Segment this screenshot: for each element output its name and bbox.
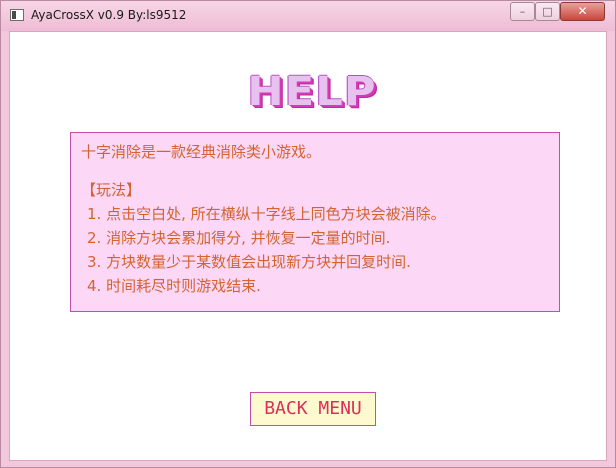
help-rule-4: 4. 时间耗尽时则游戏结束. [87,277,261,295]
game-screen: HELP 十字消除是一款经典消除类小游戏。 【玩法】 1. 点击空白处, 所在横… [9,31,607,461]
window-title: AyaCrossX v0.9 By:ls9512 [31,8,187,22]
help-rule-3: 3. 方块数量少于某数值会出现新方块并回复时间. [87,253,411,271]
maximize-icon: □ [542,5,553,18]
maximize-button[interactable]: □ [535,2,560,21]
close-icon: ✕ [577,4,588,18]
back-menu-button[interactable]: BACK MENU [250,392,376,426]
close-button[interactable]: ✕ [560,2,605,21]
minimize-icon: – [519,5,526,18]
help-heading: HELP [247,69,377,115]
app-icon [10,9,24,21]
help-section-label: 【玩法】 [81,181,142,199]
title-bar[interactable]: AyaCrossX v0.9 By:ls9512 – □ ✕ [1,1,615,31]
help-panel: 十字消除是一款经典消除类小游戏。 【玩法】 1. 点击空白处, 所在横纵十字线上… [70,132,560,312]
minimize-button[interactable]: – [510,2,535,21]
app-window: AyaCrossX v0.9 By:ls9512 – □ ✕ HELP 十字消除… [0,0,616,468]
help-rule-2: 2. 消除方块会累加得分, 并恢复一定量的时间. [87,229,391,247]
help-rule-1: 1. 点击空白处, 所在横纵十字线上同色方块会被消除。 [87,205,446,223]
help-intro: 十字消除是一款经典消除类小游戏。 [81,143,322,161]
